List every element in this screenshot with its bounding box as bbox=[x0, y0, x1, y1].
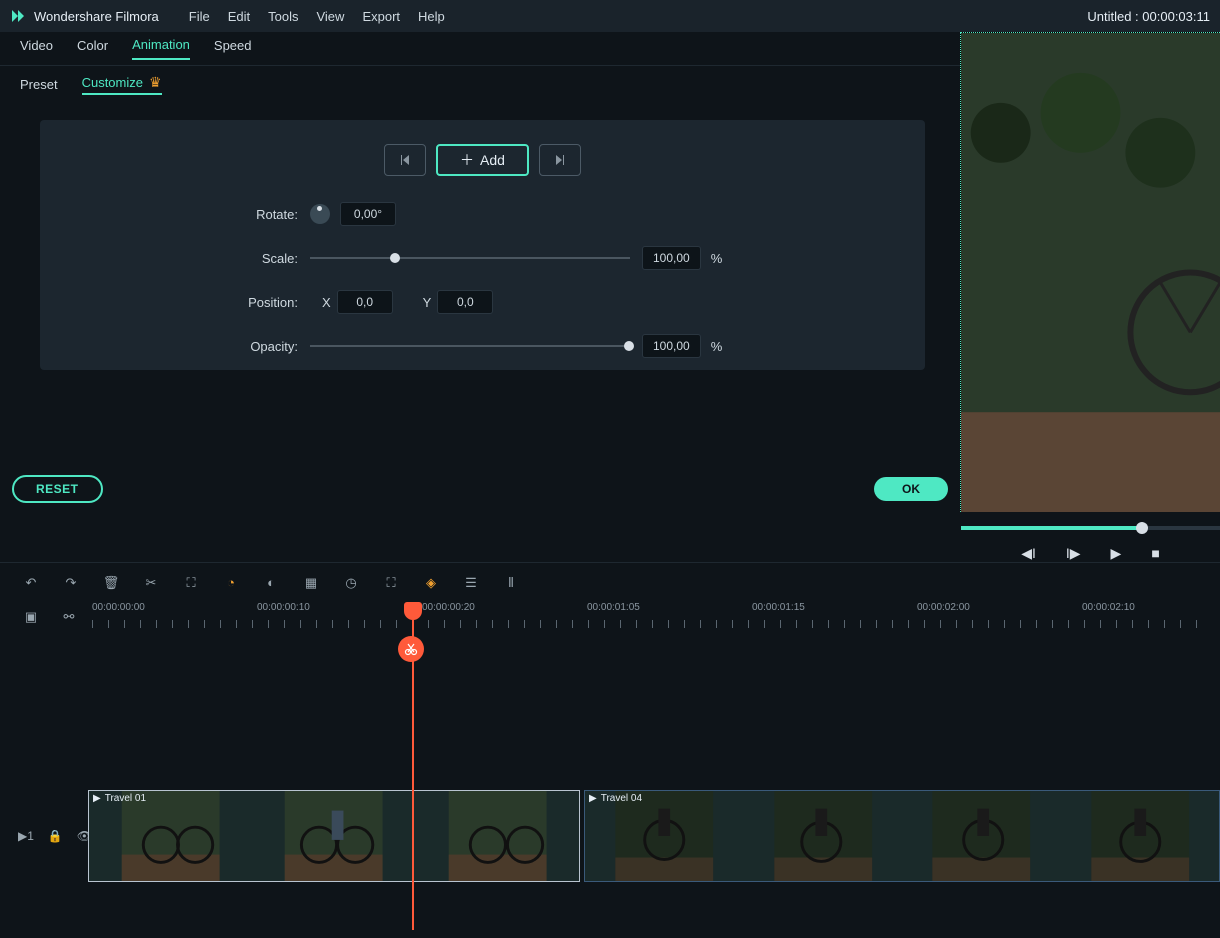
ok-button[interactable]: OK bbox=[874, 477, 948, 501]
menu-edit[interactable]: Edit bbox=[228, 9, 250, 24]
rotate-row: Rotate: 0,00° bbox=[80, 200, 885, 228]
speed-icon[interactable]: ◔ bbox=[222, 574, 240, 592]
opacity-slider-thumb[interactable] bbox=[624, 341, 634, 351]
preview-controls: ◀I I▶ ▶ ■ bbox=[961, 545, 1220, 562]
next-frame-button[interactable]: I▶ bbox=[1066, 545, 1081, 562]
prev-frame-button[interactable]: ◀I bbox=[1021, 545, 1036, 562]
position-x-label: X bbox=[322, 295, 331, 310]
audio-icon[interactable]: ⫴ bbox=[502, 574, 520, 592]
timeline-ruler[interactable]: 00:00:00:00 00:00:00:10 00:00:00:20 00:0… bbox=[92, 602, 1198, 632]
app-title: Wondershare Filmora bbox=[34, 9, 159, 24]
position-x-value[interactable]: 0,0 bbox=[337, 290, 393, 314]
rotate-knob[interactable] bbox=[310, 204, 330, 224]
track-header: ▶1 🔒 👁 bbox=[0, 829, 88, 843]
color-icon[interactable]: ◐ bbox=[262, 574, 280, 592]
rotate-value[interactable]: 0,00° bbox=[340, 202, 396, 226]
ruler-tick-1: 00:00:00:10 bbox=[257, 602, 310, 613]
playhead-cut-icon[interactable] bbox=[398, 636, 424, 662]
preview-panel: ◀I I▶ ▶ ■ bbox=[960, 32, 1220, 512]
action-bar: RESET OK bbox=[0, 466, 960, 512]
position-row: Position: X 0,0 Y 0,0 bbox=[80, 288, 885, 316]
timeline-toolbar: ↶ ↷ 🗑 ✂ ⛶ ◔ ◐ ▦ ◷ ⛶ ◈ ☰ ⫴ bbox=[0, 562, 1220, 602]
preview-scrubber[interactable] bbox=[961, 526, 1220, 530]
tab-animation[interactable]: Animation bbox=[132, 37, 190, 60]
preview-image[interactable] bbox=[961, 33, 1220, 512]
stop-button[interactable]: ■ bbox=[1151, 545, 1159, 562]
next-keyframe-button[interactable] bbox=[539, 144, 581, 176]
subtab-customize[interactable]: Customize ♛ bbox=[82, 74, 162, 95]
redo-icon[interactable]: ↷ bbox=[62, 574, 80, 592]
keyframe-icon[interactable]: ◈ bbox=[422, 574, 440, 592]
tab-video[interactable]: Video bbox=[20, 38, 53, 59]
menu-export[interactable]: Export bbox=[362, 9, 400, 24]
duration-icon[interactable]: ◷ bbox=[342, 574, 360, 592]
crop-icon[interactable]: ⛶ bbox=[182, 574, 200, 592]
ruler-tick-5: 00:00:02:00 bbox=[917, 602, 970, 613]
app-logo-icon bbox=[10, 8, 26, 24]
opacity-label: Opacity: bbox=[80, 339, 310, 354]
ruler-ticks bbox=[92, 620, 1198, 628]
scale-unit: % bbox=[711, 251, 723, 266]
menu-file[interactable]: File bbox=[189, 9, 210, 24]
snap-icon[interactable]: ▣ bbox=[22, 608, 40, 626]
animation-subtabs: Preset Customize ♛ bbox=[0, 66, 960, 102]
play-button[interactable]: ▶ bbox=[1111, 545, 1122, 562]
green-screen-icon[interactable]: ▦ bbox=[302, 574, 320, 592]
menu-tools[interactable]: Tools bbox=[268, 9, 298, 24]
reset-button[interactable]: RESET bbox=[12, 475, 103, 503]
track-video-icon[interactable]: ▶1 bbox=[18, 829, 34, 843]
link-icon[interactable]: ⚯ bbox=[60, 608, 78, 626]
crown-icon: ♛ bbox=[149, 74, 162, 91]
opacity-unit: % bbox=[711, 339, 723, 354]
delete-icon[interactable]: 🗑 bbox=[102, 574, 120, 592]
track-lock-icon[interactable]: 🔒 bbox=[48, 829, 63, 843]
ruler-tick-4: 00:00:01:15 bbox=[752, 602, 805, 613]
fit-icon[interactable]: ⛶ bbox=[382, 574, 400, 592]
timeline: ▶1 🔒 👁 ▶Travel 01 ▶Travel 04 bbox=[0, 632, 1220, 892]
clip-travel-01[interactable]: ▶Travel 01 bbox=[88, 790, 580, 882]
subtab-preset[interactable]: Preset bbox=[20, 77, 58, 92]
menu-help[interactable]: Help bbox=[418, 9, 445, 24]
video-track: ▶1 🔒 👁 ▶Travel 01 ▶Travel 04 bbox=[0, 790, 1220, 882]
timeline-ruler-row: ▣ ⚯ 00:00:00:00 00:00:00:10 00:00:00:20 … bbox=[0, 602, 1220, 632]
rotate-label: Rotate: bbox=[80, 207, 310, 222]
project-label: Untitled : bbox=[1087, 9, 1138, 24]
split-icon[interactable]: ✂ bbox=[142, 574, 160, 592]
position-y-label: Y bbox=[423, 295, 432, 310]
ruler-tick-0: 00:00:00:00 bbox=[92, 602, 145, 613]
main-menu: File Edit Tools View Export Help bbox=[189, 9, 445, 24]
playhead[interactable] bbox=[404, 602, 422, 620]
clip-label-1: ▶Travel 01 bbox=[93, 793, 146, 804]
add-keyframe-button[interactable]: ＋Add bbox=[436, 144, 529, 176]
scale-slider[interactable] bbox=[310, 257, 630, 259]
scale-row: Scale: 100,00 % bbox=[80, 244, 885, 272]
preview-scrubber-thumb[interactable] bbox=[1136, 522, 1148, 534]
tab-color[interactable]: Color bbox=[77, 38, 108, 59]
clip-travel-04[interactable]: ▶Travel 04 bbox=[584, 790, 1220, 882]
keyframe-panel: ＋Add Rotate: 0,00° Scale: 100,00 % bbox=[40, 120, 925, 370]
tab-speed[interactable]: Speed bbox=[214, 38, 252, 59]
project-info: Untitled : 00:00:03:11 bbox=[1087, 9, 1210, 24]
project-time: 00:00:03:11 bbox=[1142, 9, 1210, 24]
menu-view[interactable]: View bbox=[316, 9, 344, 24]
scale-slider-thumb[interactable] bbox=[390, 253, 400, 263]
property-tabs: Video Color Animation Speed bbox=[0, 32, 960, 66]
scale-value[interactable]: 100,00 bbox=[642, 246, 701, 270]
plus-icon: ＋ bbox=[460, 150, 474, 170]
ruler-tick-6: 00:00:02:10 bbox=[1082, 602, 1135, 613]
scale-label: Scale: bbox=[80, 251, 310, 266]
adjust-icon[interactable]: ☰ bbox=[462, 574, 480, 592]
position-label: Position: bbox=[80, 295, 310, 310]
ruler-tick-2: 00:00:00:20 bbox=[422, 602, 475, 613]
opacity-slider[interactable] bbox=[310, 345, 630, 347]
ruler-tick-3: 00:00:01:05 bbox=[587, 602, 640, 613]
opacity-row: Opacity: 100,00 % bbox=[80, 332, 885, 360]
prev-keyframe-button[interactable] bbox=[384, 144, 426, 176]
clip-label-2: ▶Travel 04 bbox=[589, 793, 642, 804]
position-y-value[interactable]: 0,0 bbox=[437, 290, 493, 314]
undo-icon[interactable]: ↶ bbox=[22, 574, 40, 592]
titlebar: Wondershare Filmora File Edit Tools View… bbox=[0, 0, 1220, 32]
opacity-value[interactable]: 100,00 bbox=[642, 334, 701, 358]
